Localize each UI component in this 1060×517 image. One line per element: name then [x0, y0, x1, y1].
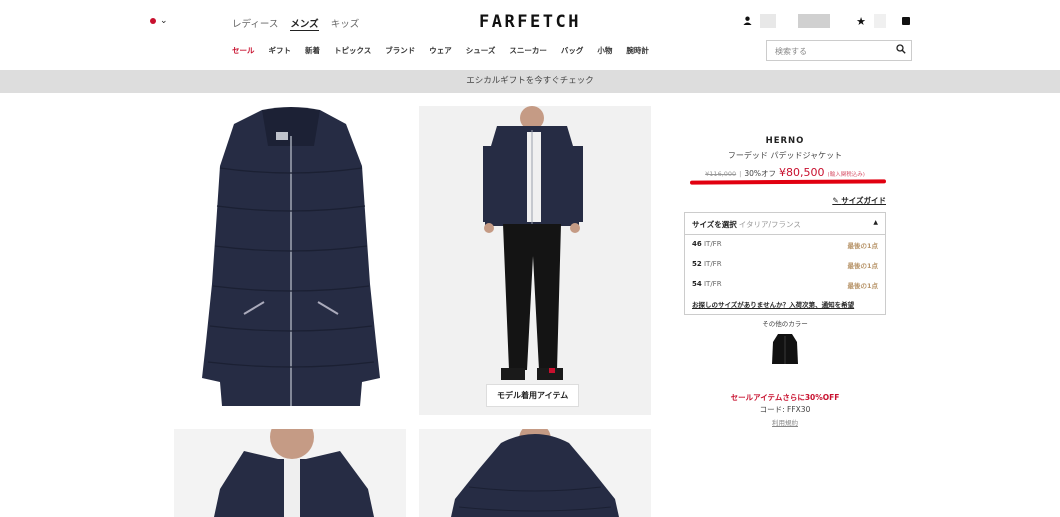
discount-label: 30%オフ	[744, 169, 777, 178]
search-placeholder: 検索する	[775, 47, 807, 56]
nav-item-watches[interactable]: 腕時計	[626, 45, 649, 56]
tax-note: (輸入関税込み)	[827, 172, 865, 178]
product-brand[interactable]: HERNO	[684, 136, 886, 146]
search-icon[interactable]	[896, 44, 906, 57]
account-icon[interactable]	[743, 15, 752, 28]
size-option[interactable]: 54 IT/FR 最後の1点	[685, 275, 885, 295]
notify-size-link[interactable]: お探しのサイズがありませんか？入荷次第、通知を希望	[685, 295, 885, 313]
promo-code: コード: FFX30	[759, 405, 811, 414]
ruler-icon: ✎	[832, 196, 842, 205]
caret-up-icon: ▲	[873, 219, 878, 226]
other-colors-label: その他のカラー	[762, 320, 808, 328]
promo-banner[interactable]: エシカルギフトを今すぐチェック	[0, 70, 1060, 93]
stock-status: 最後の1点	[847, 282, 878, 290]
nav-item-shoes[interactable]: シューズ	[466, 45, 496, 56]
sale-price: ¥80,500	[779, 166, 825, 179]
terms-link[interactable]: 利用規約	[684, 417, 886, 427]
stock-status: 最後の1点	[847, 262, 878, 270]
size-selector[interactable]: サイズを選択 イタリア/フランス ▲ 46 IT/FR 最後の1点 52 IT/F…	[684, 212, 886, 315]
header-utilities: ★	[743, 14, 910, 28]
product-image-front[interactable]	[174, 106, 406, 415]
nav-item-sale[interactable]: セール	[232, 45, 255, 56]
product-image-model[interactable]: モデル着用アイテム	[419, 106, 651, 415]
original-price: ¥116,000	[705, 170, 737, 178]
color-swatch-black[interactable]	[770, 332, 800, 366]
nav-item-accessories[interactable]: 小物	[597, 45, 612, 56]
nav-item-brands[interactable]: ブランド	[385, 45, 415, 56]
size-option[interactable]: 52 IT/FR 最後の1点	[685, 255, 885, 275]
shopping-bag-icon[interactable]	[902, 17, 910, 25]
account-placeholder	[760, 14, 777, 28]
sale-promo-text: セールアイテムさらに30%OFF	[730, 393, 840, 402]
wishlist-star-icon[interactable]: ★	[856, 15, 866, 28]
main-nav: セール ギフト 新着 トピックス ブランド ウェア シューズ スニーカー バッグ…	[232, 45, 649, 56]
nav-item-clothing[interactable]: ウェア	[429, 45, 452, 56]
product-name: フーデッド パデッドジャケット	[727, 151, 843, 160]
account-name-placeholder	[798, 14, 831, 28]
product-image-back[interactable]	[419, 429, 651, 517]
product-image-detail-front[interactable]	[174, 429, 406, 517]
size-option[interactable]: 46 IT/FR 最後の1点	[685, 235, 885, 255]
stock-status: 最後の1点	[847, 242, 878, 250]
model-wearing-tag: モデル着用アイテム	[486, 384, 580, 407]
nav-item-new[interactable]: 新着	[305, 45, 320, 56]
nav-item-sneakers[interactable]: スニーカー	[509, 45, 547, 56]
wishlist-placeholder	[874, 14, 886, 28]
price-separator: |	[739, 170, 742, 178]
site-header: ⌄ レディース メンズ キッズ FARFETCH ★ セール ギフト 新着 トピ…	[0, 0, 1060, 70]
red-annotation-underline	[689, 179, 887, 185]
nav-item-topics[interactable]: トピックス	[334, 45, 371, 56]
product-price: ¥116,000 | 30%オフ ¥80,500 (輸入関税込み)	[684, 166, 886, 179]
search-input[interactable]: 検索する	[766, 40, 912, 61]
nav-item-gift[interactable]: ギフト	[269, 45, 292, 56]
nav-item-bags[interactable]: バッグ	[561, 45, 584, 56]
size-select-header[interactable]: サイズを選択 イタリア/フランス ▲	[685, 213, 885, 235]
size-guide-link[interactable]: ✎ サイズガイド	[832, 195, 886, 206]
